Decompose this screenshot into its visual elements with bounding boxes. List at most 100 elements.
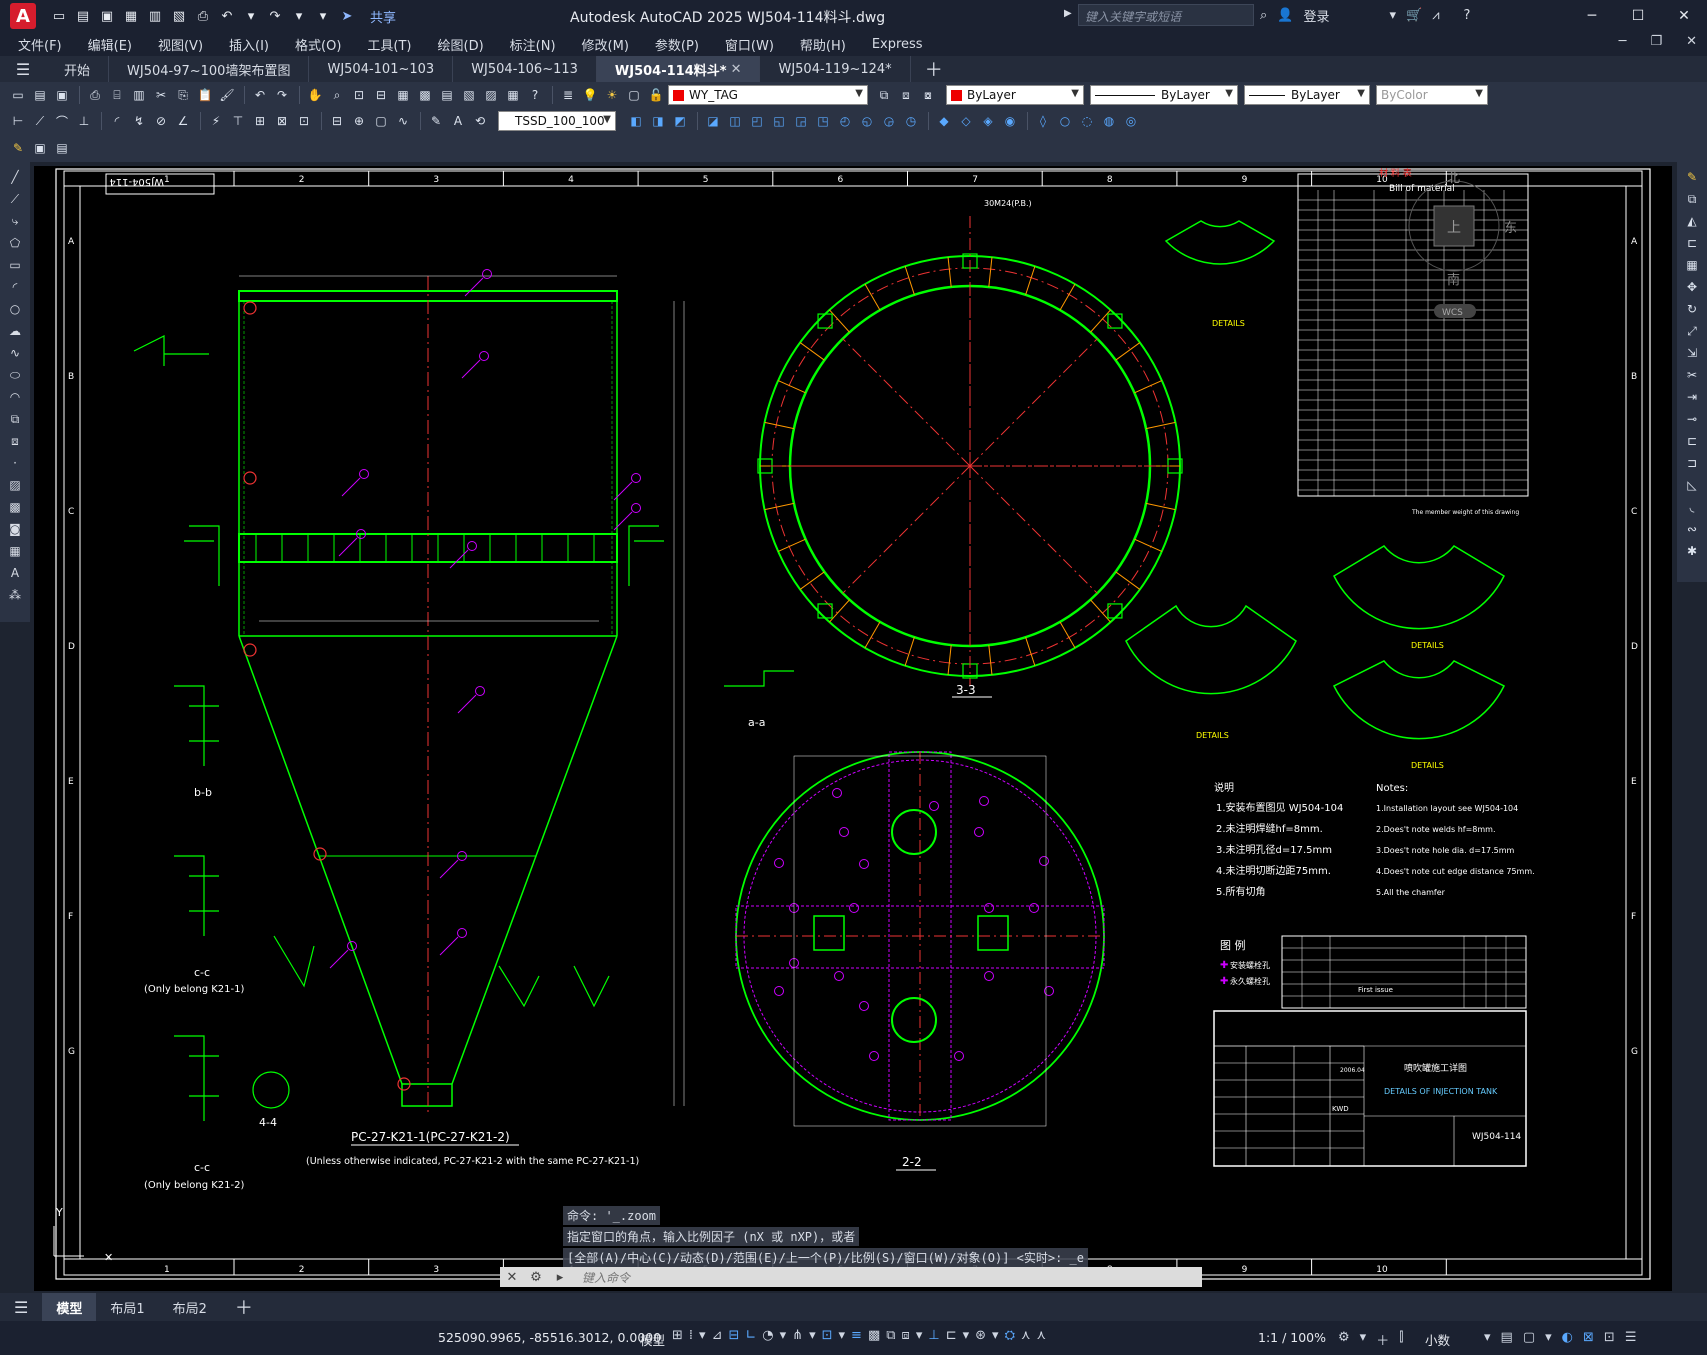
zoom-window-icon[interactable]: ⊡ <box>349 85 369 105</box>
plot-tb-icon[interactable]: ⎙ <box>85 85 105 105</box>
polar-dropdown-icon[interactable]: ▾ <box>780 1328 787 1343</box>
join-icon[interactable]: ⊐ <box>1682 453 1702 473</box>
make-block-icon[interactable]: ⧈ <box>5 431 25 451</box>
dim-jogged-icon[interactable]: ↯ <box>129 111 149 131</box>
dimstyle-combo[interactable]: TSSD_100_100 ▼ <box>498 111 616 131</box>
snap-icon[interactable]: ⁞ <box>689 1328 693 1343</box>
xline-icon[interactable]: ⟋ <box>5 189 25 209</box>
undo-icon[interactable]: ↶ <box>218 7 236 25</box>
modify-tool-13-icon[interactable]: ◷ <box>901 111 921 131</box>
modify-tool-5-icon[interactable]: ◫ <box>725 111 745 131</box>
layout-tab-1[interactable]: 布局1 <box>96 1293 158 1321</box>
login-button[interactable]: 登录 <box>1303 6 1329 25</box>
copy-icon[interactable]: ⎘ <box>173 85 193 105</box>
spline-icon[interactable]: ∿ <box>5 343 25 363</box>
move-icon[interactable]: ✥ <box>1682 277 1702 297</box>
array-icon[interactable]: ▦ <box>1682 255 1702 275</box>
table-icon[interactable]: ▦ <box>5 541 25 561</box>
workspace-dropdown-icon[interactable]: ▾ <box>1360 1330 1367 1349</box>
share-button[interactable]: 共享 <box>370 7 396 26</box>
designcenter-icon[interactable]: ▩ <box>415 85 435 105</box>
selection-filter-dropdown-icon[interactable]: ▾ <box>963 1328 970 1343</box>
tssd-tool-2-icon[interactable]: ▣ <box>30 138 50 158</box>
inspect-icon[interactable]: ▢ <box>371 111 391 131</box>
blend-icon[interactable]: ∾ <box>1682 519 1702 539</box>
menu-dimension[interactable]: 标注(N) <box>510 35 556 54</box>
linetype-combo[interactable]: ByLayer ▼ <box>1090 85 1238 105</box>
tssd-tool-3-icon[interactable]: ▤ <box>52 138 72 158</box>
graphics-perf-icon[interactable]: ⊠ <box>1583 1330 1594 1345</box>
dim-radius-icon[interactable]: ◜ <box>107 111 127 131</box>
tab-close-icon[interactable]: ✕ <box>731 62 742 77</box>
dim-space-icon[interactable]: ⊠ <box>272 111 292 131</box>
doc-restore-icon[interactable]: ❐ <box>1650 34 1662 49</box>
help-tb-icon[interactable]: ? <box>525 85 545 105</box>
menu-parametric[interactable]: 参数(P) <box>655 35 699 54</box>
redo-icon[interactable]: ↷ <box>266 7 284 25</box>
ortho-icon[interactable]: ∟ <box>745 1328 756 1343</box>
modify-tool-9-icon[interactable]: ◳ <box>813 111 833 131</box>
clean-screen-icon[interactable]: ⊡ <box>1604 1330 1615 1345</box>
annotation-scale[interactable]: 1:1 / 100% <box>1258 1330 1326 1345</box>
modify-tool-15-icon[interactable]: ◇ <box>956 111 976 131</box>
modify-tool-8-icon[interactable]: ◲ <box>791 111 811 131</box>
search-expand-icon[interactable]: ▶ <box>1064 8 1072 19</box>
app-menu-icon[interactable]: ☰ <box>0 60 46 79</box>
command-customize-icon[interactable]: ⚙ <box>524 1270 548 1285</box>
properties-icon[interactable]: ▦ <box>393 85 413 105</box>
layout-tab-2[interactable]: 布局2 <box>159 1293 221 1321</box>
save-tb-icon[interactable]: ▣ <box>52 85 72 105</box>
new-tab-icon[interactable]: ＋ <box>911 56 957 82</box>
user-icon[interactable]: 👤 <box>1277 8 1293 23</box>
gizmo-icon[interactable]: ⊛ <box>975 1328 986 1343</box>
add-layout-icon[interactable]: ＋ <box>221 1293 267 1321</box>
doc-minimize-icon[interactable]: ─ <box>1619 34 1627 49</box>
dim-continue-icon[interactable]: ⊞ <box>250 111 270 131</box>
coordinate-readout[interactable]: 525090.9965, -85516.3012, 0.0000 <box>438 1330 661 1345</box>
modify-tool-6-icon[interactable]: ◰ <box>747 111 767 131</box>
modify-tool-3-icon[interactable]: ◩ <box>670 111 690 131</box>
modify-tool-18-icon[interactable]: ◊ <box>1033 111 1053 131</box>
redo-tb-icon[interactable]: ↷ <box>272 85 292 105</box>
menu-format[interactable]: 格式(O) <box>295 35 341 54</box>
lineweight-icon[interactable]: ≡ <box>851 1328 862 1343</box>
dynamic-input-icon[interactable]: ⊟ <box>728 1328 739 1343</box>
snap-dropdown-icon[interactable]: ▾ <box>699 1328 706 1343</box>
mirror-icon[interactable]: ◭ <box>1682 211 1702 231</box>
tab-wj504-97[interactable]: WJ504-97~100墙架布置图 <box>109 56 310 82</box>
redo-dropdown-icon[interactable]: ▾ <box>290 7 308 25</box>
menu-window[interactable]: 窗口(W) <box>725 35 774 54</box>
osnap-icon[interactable]: ⊡ <box>822 1328 833 1343</box>
publish-icon[interactable]: ▥ <box>129 85 149 105</box>
fillet-icon[interactable]: ◟ <box>1682 497 1702 517</box>
dim-aligned-icon[interactable]: ⟋ <box>30 111 50 131</box>
auto-scale-icon[interactable]: ⋏ <box>1021 1328 1031 1343</box>
units-value[interactable]: 小数 <box>1425 1330 1450 1349</box>
gradient-icon[interactable]: ▩ <box>5 497 25 517</box>
stretch-icon[interactable]: ⇲ <box>1682 343 1702 363</box>
open-icon[interactable]: ▤ <box>30 85 50 105</box>
plotstyle-combo[interactable]: ByColor ▼ <box>1376 85 1488 105</box>
dim-arc-icon[interactable]: ⌒ <box>52 111 72 131</box>
pan-icon[interactable]: ✋ <box>305 85 325 105</box>
menu-modify[interactable]: 修改(M) <box>582 35 629 54</box>
polar-icon[interactable]: ◔ <box>762 1328 773 1343</box>
menu-help[interactable]: 帮助(H) <box>800 35 846 54</box>
layer-combo[interactable]: WY_TAG ▼ <box>668 85 868 105</box>
modify-tool-1-icon[interactable]: ◧ <box>626 111 646 131</box>
save-as-icon[interactable]: ▦ <box>122 7 140 25</box>
extend-icon[interactable]: ⇥ <box>1682 387 1702 407</box>
layout-menu-icon[interactable]: ☰ <box>0 1293 42 1321</box>
menu-draw[interactable]: 绘图(D) <box>438 35 484 54</box>
ellipse-arc-icon[interactable]: ◠ <box>5 387 25 407</box>
zoom-previous-icon[interactable]: ⊟ <box>371 85 391 105</box>
3d-osnap-dropdown-icon[interactable]: ▾ <box>916 1328 923 1343</box>
minimize-icon[interactable]: ─ <box>1569 0 1615 32</box>
annotation-visibility-icon[interactable]: ⛭ <box>1005 1328 1015 1343</box>
copy-obj-icon[interactable]: ⧉ <box>1682 189 1702 209</box>
erase-icon[interactable]: ✎ <box>1682 167 1702 187</box>
close-icon[interactable]: ✕ <box>1661 0 1707 32</box>
modify-tool-14-icon[interactable]: ◆ <box>934 111 954 131</box>
tab-wj504-119[interactable]: WJ504-119~124* <box>760 56 911 82</box>
zoom-realtime-icon[interactable]: ⌕ <box>327 85 347 105</box>
